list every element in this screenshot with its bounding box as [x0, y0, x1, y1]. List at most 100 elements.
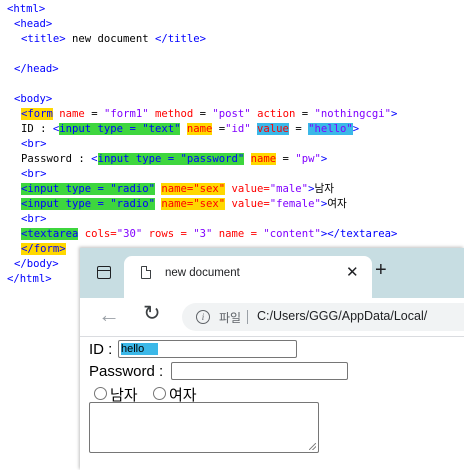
radio-text: 여자 — [327, 198, 347, 210]
code-line-2: <head> — [14, 17, 52, 32]
html-open-tag: <html> — [7, 3, 46, 15]
equals: = — [276, 153, 296, 165]
title-close-tag: </title> — [154, 33, 206, 45]
id-input[interactable]: hello — [118, 340, 297, 358]
password-input[interactable] — [171, 362, 348, 380]
input-password-tag: input type = "password" — [97, 153, 245, 165]
form-tag: form — [27, 108, 53, 120]
equals: = — [212, 123, 226, 135]
code-line-body-close: </body> — [14, 257, 59, 272]
textarea-close-tag: ></textarea> — [320, 228, 398, 240]
code-line-1: <html> — [7, 2, 45, 17]
html-close-tag: </html> — [7, 273, 52, 285]
attr-cols: cols= — [78, 228, 117, 240]
back-arrow-icon[interactable]: ← — [98, 302, 120, 328]
browser-toolbar: ← ↻ i 파일 C:/Users/GGG/AppData/Local/ — [80, 298, 464, 337]
rendered-page: ID : hello Password : 남자 여자 — [80, 337, 464, 470]
attr-method: method — [148, 108, 200, 120]
input-radio-tag: input type = "radio" — [27, 198, 155, 210]
password-label: Password : — [89, 363, 164, 380]
code-line-radio-female: <input type = "radio" name="sex" value="… — [21, 197, 347, 212]
scheme-label: 파일 — [219, 311, 242, 325]
code-line-5: <body> — [14, 92, 52, 107]
attr-name: name — [250, 153, 277, 165]
page-icon — [141, 266, 151, 279]
textarea-tag: textarea — [27, 228, 79, 240]
id-label: ID : — [89, 341, 113, 358]
code-line-textarea: <textarea cols="30" rows = "3" name = "c… — [21, 227, 397, 242]
radio-female[interactable] — [153, 387, 166, 400]
attr-value: "3" — [193, 228, 213, 240]
code-line-form: <form name = "form1" method = "post" act… — [21, 107, 397, 122]
close-icon[interactable]: ✕ — [346, 263, 359, 281]
attr-value: "nothingcgi" — [314, 108, 392, 120]
attr-value: "form1" — [103, 108, 149, 120]
attr-name: name — [52, 108, 92, 120]
code-line-br-1: <br> — [21, 137, 47, 152]
bracket: > — [320, 153, 328, 165]
code-line-id-input: ID : <input type = "text" name ="id" val… — [21, 122, 359, 137]
head-open-tag: <head> — [14, 18, 53, 30]
equals: = — [199, 108, 213, 120]
attr-value: "post" — [212, 108, 251, 120]
address-bar[interactable]: i 파일 C:/Users/GGG/AppData/Local/ — [182, 303, 464, 331]
content-textarea[interactable] — [89, 402, 319, 453]
info-icon[interactable]: i — [196, 310, 210, 324]
attr-value: "id" — [225, 123, 251, 135]
code-line-html-close: </html> — [7, 272, 52, 287]
attr-value-hello: "hello" — [308, 123, 353, 135]
tab-new-document[interactable]: new document ✕ — [124, 256, 372, 298]
title-open-tag: <title> — [21, 33, 66, 45]
input-radio-tag: input type = "radio" — [27, 183, 155, 195]
resize-grip-icon[interactable] — [309, 443, 316, 450]
bracket: > — [59, 243, 66, 255]
equals: = — [288, 123, 309, 135]
attr-value: "pw" — [295, 153, 321, 165]
bracket: < — [91, 153, 98, 165]
divider — [247, 310, 248, 324]
attr-value-name: value — [257, 123, 289, 135]
input-text-tag: input type = "text" — [59, 123, 181, 135]
attr-value: "30" — [116, 228, 143, 240]
tab-bar: new document ✕ + — [80, 248, 464, 298]
radio-male[interactable] — [94, 387, 107, 400]
radio-text: 남자 — [314, 183, 334, 195]
equals: = — [91, 108, 104, 120]
equals: = — [301, 108, 315, 120]
attr-value-name: value= — [231, 198, 270, 210]
code-line-br-2: <br> — [21, 167, 47, 182]
code-line-form-close: </form> — [21, 242, 66, 257]
br-tag: <br> — [21, 138, 47, 150]
tab-title: new document — [165, 267, 240, 279]
code-line-radio-male: <input type = "radio" name="sex" value="… — [21, 182, 334, 197]
attr-value: "male" — [269, 183, 309, 195]
attr-rows: rows = — [142, 228, 194, 240]
url-text[interactable]: C:/Users/GGG/AppData/Local/ — [257, 309, 427, 323]
br-tag: <br> — [21, 213, 47, 225]
new-tab-icon[interactable]: + — [375, 260, 387, 280]
reload-icon[interactable]: ↻ — [143, 301, 161, 326]
attr-value: "female" — [269, 198, 321, 210]
bracket: > — [352, 123, 360, 135]
window-tab-icon[interactable] — [97, 266, 111, 279]
code-line-4: </head> — [14, 62, 59, 77]
body-open-tag: <body> — [14, 93, 53, 105]
attr-action: action — [250, 108, 302, 120]
title-text: new document — [65, 33, 155, 45]
id-label-text: ID : — [21, 123, 53, 135]
form-close-tag: /form — [27, 243, 60, 255]
attr-name-sex: name="sex" — [161, 183, 226, 195]
attr-name: name = — [212, 228, 264, 240]
code-line-3: <title> new document </title> — [21, 32, 206, 47]
attr-value: "content" — [263, 228, 321, 240]
attr-name: name — [186, 123, 213, 135]
br-tag: <br> — [21, 168, 47, 180]
code-line-password-input: Password : <input type = "password" name… — [21, 152, 327, 167]
id-input-value: hello — [121, 343, 159, 355]
head-close-tag: </head> — [14, 63, 59, 75]
browser-window: new document ✕ + ← ↻ i 파일 C:/Users/GGG/A… — [80, 248, 464, 470]
bracket: > — [391, 108, 398, 120]
password-label-text: Password : — [21, 153, 92, 165]
